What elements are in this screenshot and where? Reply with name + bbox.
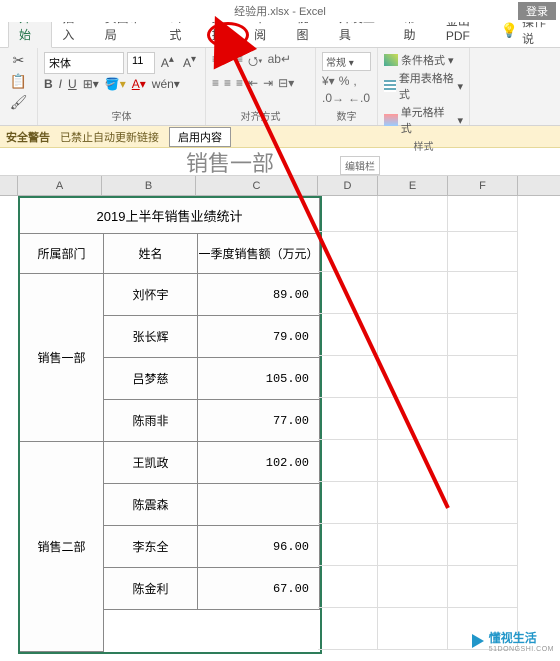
dept-cell[interactable]: 销售二部 — [20, 442, 104, 652]
watermark-text: 懂视生活 — [489, 629, 554, 646]
cell-style-button[interactable]: 单元格样式▾ — [384, 104, 463, 136]
col-header-d[interactable]: D — [318, 176, 378, 195]
warning-message: 已禁止自动更新链接 — [60, 129, 159, 145]
number-group-label: 数字 — [322, 108, 371, 123]
value-cell[interactable]: 105.00 — [198, 358, 320, 400]
align-bottom-icon[interactable]: ≡ — [236, 52, 243, 73]
number-format-select[interactable]: 常规 ▾ — [322, 52, 371, 71]
orientation-icon[interactable]: ⭯▾ — [248, 52, 263, 73]
name-cell[interactable]: 王凯政 — [104, 442, 198, 484]
font-group: 宋体 11 A▴ A▾ B I U ⊞▾ 🪣▾ A▾ wén▾ 字体 — [38, 48, 206, 125]
title-bar: 经验用.xlsx - Excel 登录 — [0, 0, 560, 22]
inc-decimal-icon[interactable]: .0→ — [322, 91, 344, 105]
name-cell[interactable]: 刘怀宇 — [104, 274, 198, 316]
align-top-icon[interactable]: ≡ — [212, 52, 219, 73]
security-warning-bar: 安全警告 已禁止自动更新链接 启用内容 — [0, 126, 560, 148]
phonetic-button[interactable]: wén▾ — [152, 77, 180, 91]
col-header-f[interactable]: F — [448, 176, 518, 195]
name-cell[interactable]: 张长辉 — [104, 316, 198, 358]
login-button[interactable]: 登录 — [518, 2, 556, 20]
formula-bar-hint: 编辑栏 — [340, 156, 380, 175]
name-cell[interactable]: 陈金利 — [104, 568, 198, 610]
value-cell[interactable]: 102.00 — [198, 442, 320, 484]
worksheet-area: A B C D E F 2019上半年销售业绩统计 所属部门 姓名 一季度销售额… — [0, 176, 560, 661]
warning-label: 安全警告 — [6, 129, 50, 145]
copy-icon[interactable]: 📋 — [10, 73, 27, 90]
font-name-select[interactable]: 宋体 — [44, 52, 124, 74]
style-group-label: 样式 — [384, 138, 463, 153]
italic-button[interactable]: I — [59, 77, 62, 91]
formula-bar: 销售一部 — [0, 148, 560, 176]
indent-dec-icon[interactable]: ⇤ — [248, 76, 258, 90]
dept-cell[interactable]: 销售一部 — [20, 274, 104, 442]
watermark: 懂视生活 51DONGSHI.COM — [471, 629, 554, 653]
select-all-corner[interactable] — [0, 176, 18, 195]
style-group: 条件格式▾ 套用表格格式▾ 单元格样式▾ 样式 — [378, 48, 470, 125]
table-title[interactable]: 2019上半年销售业绩统计 — [20, 198, 320, 234]
align-center-icon[interactable]: ≡ — [224, 76, 231, 90]
align-middle-icon[interactable]: ≡ — [224, 52, 231, 73]
font-size-select[interactable]: 11 — [127, 52, 155, 74]
value-cell[interactable]: 89.00 — [198, 274, 320, 316]
watermark-logo-icon — [472, 634, 484, 648]
align-group: ≡ ≡ ≡ ⭯▾ ab↵ ≡ ≡ ≡ ⇤ ⇥ ⊟▾ 对齐方式 — [206, 48, 316, 125]
ribbon-tabs: 开始 插入 页面布局 公式 数据 审阅 视图 开发工具 帮助 金山PDF 💡 操… — [0, 22, 560, 48]
border-button[interactable]: ⊞▾ — [83, 77, 99, 91]
header-sales[interactable]: 一季度销售额（万元） — [198, 234, 320, 274]
underline-button[interactable]: U — [68, 77, 77, 91]
font-color-button[interactable]: A▾ — [132, 77, 146, 91]
merge-center-icon[interactable]: ⊟▾ — [278, 76, 294, 90]
clipboard-group: ✂ 📋 🖌 — [0, 48, 38, 125]
empty-cells[interactable] — [318, 196, 518, 650]
header-name[interactable]: 姓名 — [104, 234, 198, 274]
watermark-sub: 51DONGSHI.COM — [489, 646, 554, 653]
cell-content-display[interactable]: 销售一部 — [180, 146, 274, 178]
name-cell[interactable]: 陈雨非 — [104, 400, 198, 442]
table-format-button[interactable]: 套用表格格式▾ — [384, 70, 463, 102]
value-cell[interactable]: 67.00 — [198, 568, 320, 610]
enable-content-button[interactable]: 启用内容 — [169, 127, 231, 147]
column-headers: A B C D E F — [0, 176, 560, 196]
comma-icon[interactable]: , — [353, 74, 356, 88]
wrap-text-icon[interactable]: ab↵ — [268, 52, 291, 73]
window-title: 经验用.xlsx - Excel — [234, 3, 326, 19]
name-cell[interactable]: 吕梦慈 — [104, 358, 198, 400]
value-cell[interactable]: 96.00 — [198, 526, 320, 568]
dec-decimal-icon[interactable]: ←.0 — [348, 91, 370, 105]
currency-icon[interactable]: ¥▾ — [322, 74, 335, 88]
ribbon-body: ✂ 📋 🖌 宋体 11 A▴ A▾ B I U ⊞▾ 🪣▾ A▾ wén▾ 字体 — [0, 48, 560, 126]
align-group-label: 对齐方式 — [212, 108, 309, 123]
name-cell[interactable]: 李东全 — [104, 526, 198, 568]
col-header-e[interactable]: E — [378, 176, 448, 195]
conditional-format-button[interactable]: 条件格式▾ — [384, 52, 463, 68]
percent-icon[interactable]: % — [339, 74, 350, 88]
col-header-c[interactable]: C — [196, 176, 318, 195]
format-painter-icon[interactable]: 🖌 — [10, 94, 28, 111]
col-header-b[interactable]: B — [102, 176, 196, 195]
fill-color-button[interactable]: 🪣▾ — [105, 77, 126, 91]
bold-button[interactable]: B — [44, 77, 53, 91]
value-cell[interactable] — [198, 484, 320, 526]
name-cell[interactable]: 陈震森 — [104, 484, 198, 526]
cut-icon[interactable]: ✂ — [13, 52, 25, 69]
value-cell[interactable]: 79.00 — [198, 316, 320, 358]
indent-inc-icon[interactable]: ⇥ — [263, 76, 273, 90]
number-group: 常规 ▾ ¥▾ % , .0→ ←.0 数字 — [316, 48, 378, 125]
col-header-a[interactable]: A — [18, 176, 102, 195]
align-right-icon[interactable]: ≡ — [236, 76, 243, 90]
align-left-icon[interactable]: ≡ — [212, 76, 219, 90]
header-dept[interactable]: 所属部门 — [20, 234, 104, 274]
font-group-label: 字体 — [44, 108, 199, 123]
increase-font-icon[interactable]: A▴ — [158, 52, 177, 74]
data-table: 2019上半年销售业绩统计 所属部门 姓名 一季度销售额（万元） 销售一部 刘怀… — [18, 196, 322, 654]
value-cell[interactable]: 77.00 — [198, 400, 320, 442]
decrease-font-icon[interactable]: A▾ — [180, 52, 199, 74]
bulb-icon: 💡 — [501, 22, 518, 39]
